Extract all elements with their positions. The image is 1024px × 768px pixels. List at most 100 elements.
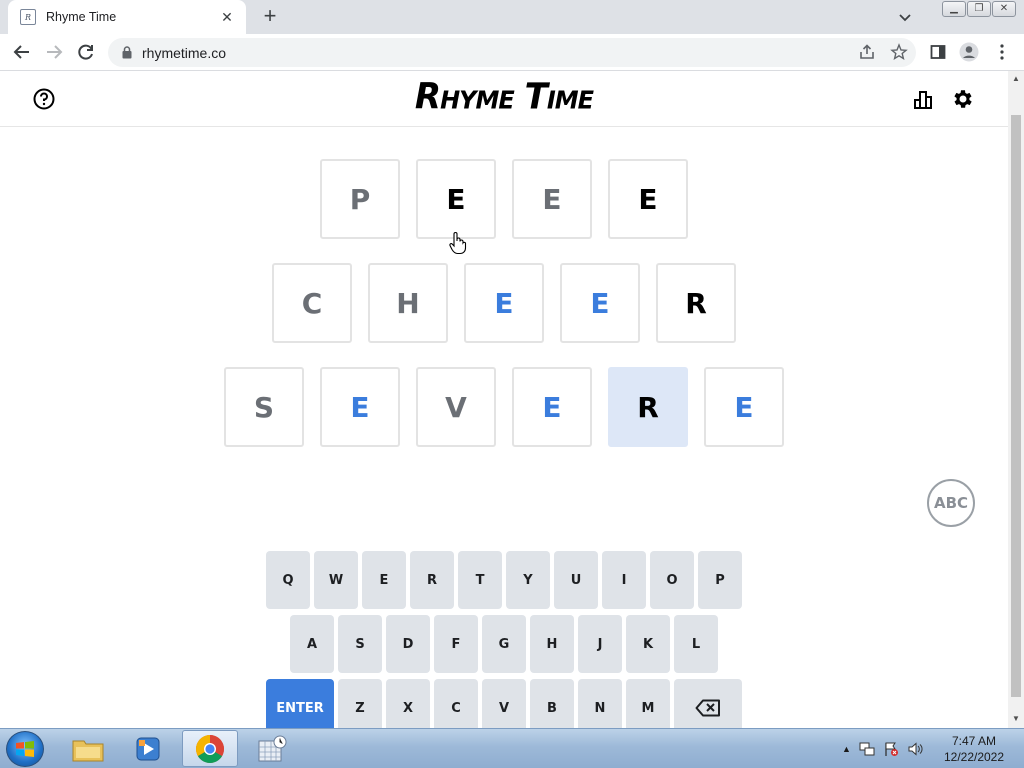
key-v[interactable]: V [482,679,526,728]
key-c[interactable]: C [434,679,478,728]
hand-cursor-icon [449,232,467,255]
tile-r2-c4[interactable]: E [560,263,640,343]
tile-r3-c3[interactable]: V [416,367,496,447]
key-h[interactable]: H [530,615,574,673]
tile-r1-c2[interactable]: E [416,159,496,239]
key-g[interactable]: G [482,615,526,673]
reload-button[interactable] [75,41,97,63]
tile-r2-c2[interactable]: H [368,263,448,343]
chrome-icon [196,734,224,763]
media-player-icon [136,737,160,760]
page-content: Rhyme Time P E E E C H E E R S E V E R E… [0,71,1008,728]
minimize-button[interactable]: ▁ [942,1,966,17]
key-z[interactable]: Z [338,679,382,728]
share-icon[interactable] [858,43,876,61]
back-arrow-icon [13,45,29,59]
page-scrollbar[interactable]: ▲ ▼ [1008,71,1024,728]
key-x[interactable]: X [386,679,430,728]
key-q[interactable]: Q [266,551,310,609]
action-center-flag-icon[interactable] [883,741,899,757]
favicon-icon: R [20,9,36,25]
tile-r1-c1[interactable]: P [320,159,400,239]
volume-icon[interactable] [907,741,923,757]
key-j[interactable]: J [578,615,622,673]
key-y[interactable]: Y [506,551,550,609]
key-m[interactable]: M [626,679,670,728]
key-n[interactable]: N [578,679,622,728]
tab-close-icon[interactable]: ✕ [218,9,236,26]
tile-r2-c1[interactable]: C [272,263,352,343]
kebab-menu-icon [1000,44,1004,60]
key-f[interactable]: F [434,615,478,673]
omnibox-actions [858,43,908,61]
new-tab-button[interactable]: + [258,5,282,29]
backspace-key[interactable] [674,679,742,728]
key-r[interactable]: R [410,551,454,609]
profile-icon [959,42,979,62]
scroll-down-arrow-icon[interactable]: ▼ [1008,713,1024,725]
tray-expand-icon[interactable]: ▲ [842,744,851,754]
menu-button[interactable] [991,41,1013,63]
clock-time: 7:47 AM [951,734,997,748]
app-header: Rhyme Time [0,71,1008,127]
tile-r3-c5-active[interactable]: R [608,367,688,447]
tile-r1-c4[interactable]: E [608,159,688,239]
forward-arrow-icon [47,45,63,59]
calendar-clock-icon [258,735,287,761]
taskbar-chrome[interactable] [182,730,238,767]
address-bar[interactable]: rhymetime.co [108,38,916,67]
lock-icon[interactable] [120,46,134,60]
key-e[interactable]: E [362,551,406,609]
key-k[interactable]: K [626,615,670,673]
tile-r3-c6[interactable]: E [704,367,784,447]
bookmark-star-icon[interactable] [890,43,908,61]
window-controls: ▁ ❐ ✕ [942,1,1016,17]
close-window-button[interactable]: ✕ [992,1,1016,17]
settings-gear-icon[interactable] [951,87,975,111]
reload-icon [78,44,93,60]
key-o[interactable]: O [650,551,694,609]
taskbar-media-player[interactable] [120,730,176,767]
url-text[interactable]: rhymetime.co [142,45,226,61]
backspace-icon [695,699,720,717]
browser-toolbar: rhymetime.co [0,34,1024,71]
start-button[interactable] [6,731,44,767]
key-l[interactable]: L [674,615,718,673]
key-u[interactable]: U [554,551,598,609]
key-d[interactable]: D [386,615,430,673]
tile-r3-c2[interactable]: E [320,367,400,447]
side-panel-icon [930,45,946,59]
screen: R Rhyme Time ✕ + ▁ ❐ ✕ rhymetime.co Rhym… [0,0,1024,768]
forward-button[interactable] [43,41,65,63]
tile-r2-c3[interactable]: E [464,263,544,343]
key-b[interactable]: B [530,679,574,728]
abc-button[interactable]: ABC [927,479,975,527]
key-p[interactable]: P [698,551,742,609]
key-i[interactable]: I [602,551,646,609]
system-tray: ▲ [842,729,923,768]
taskbar-explorer[interactable] [60,730,116,767]
tab-search-icon[interactable] [896,8,914,26]
tile-r3-c1[interactable]: S [224,367,304,447]
stats-icon[interactable] [912,88,934,110]
side-panel-button[interactable] [927,41,949,63]
tile-r3-c4[interactable]: E [512,367,592,447]
back-button[interactable] [11,41,33,63]
scroll-thumb[interactable] [1011,115,1021,697]
profile-button[interactable] [958,41,980,63]
app-logo: Rhyme Time [414,76,594,118]
restore-button[interactable]: ❐ [967,1,991,17]
tile-r2-c5[interactable]: R [656,263,736,343]
browser-tab[interactable]: R Rhyme Time ✕ [8,0,246,34]
taskbar-calendar-app[interactable] [244,730,300,767]
network-icon[interactable] [859,741,875,757]
key-s[interactable]: S [338,615,382,673]
enter-key[interactable]: ENTER [266,679,334,728]
taskbar-clock[interactable]: 7:47 AM 12/22/2022 [932,733,1016,765]
key-w[interactable]: W [314,551,358,609]
key-a[interactable]: A [290,615,334,673]
windows-logo-icon [16,741,34,757]
key-t[interactable]: T [458,551,502,609]
scroll-up-arrow-icon[interactable]: ▲ [1008,73,1024,85]
tile-r1-c3[interactable]: E [512,159,592,239]
